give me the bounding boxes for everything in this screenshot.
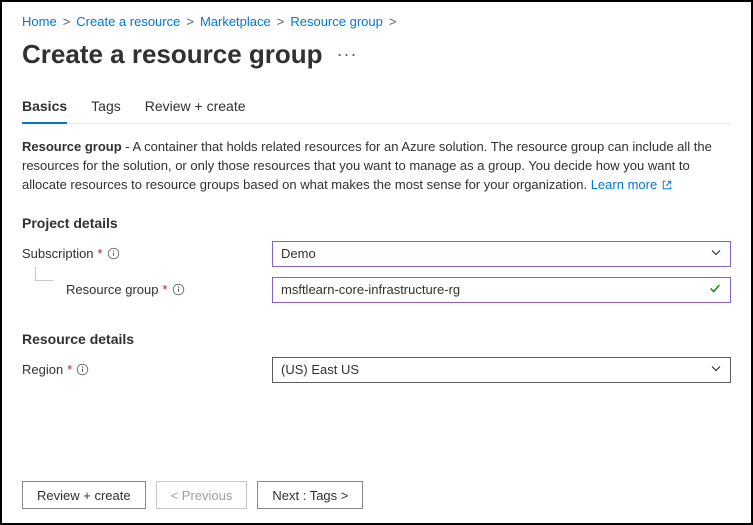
chevron-right-icon: > — [63, 14, 71, 29]
resource-group-label: Resource group — [66, 282, 159, 297]
page-title: Create a resource group — [22, 39, 323, 70]
chevron-down-icon — [710, 362, 722, 377]
resource-group-value: msftlearn-core-infrastructure-rg — [281, 282, 460, 297]
info-icon[interactable] — [107, 247, 120, 260]
breadcrumb: Home > Create a resource > Marketplace >… — [22, 14, 731, 29]
required-indicator: * — [98, 246, 103, 261]
breadcrumb-marketplace[interactable]: Marketplace — [200, 14, 271, 29]
subscription-select[interactable]: Demo — [272, 241, 731, 267]
footer: Review + create < Previous Next : Tags > — [2, 467, 751, 523]
chevron-down-icon — [710, 246, 722, 261]
section-resource-details: Resource details — [22, 331, 731, 347]
breadcrumb-create-resource[interactable]: Create a resource — [76, 14, 180, 29]
subscription-value: Demo — [281, 246, 316, 261]
chevron-right-icon: > — [389, 14, 397, 29]
subscription-label: Subscription — [22, 246, 94, 261]
tab-review-create[interactable]: Review + create — [145, 98, 246, 124]
checkmark-icon — [708, 281, 722, 298]
page-title-row: Create a resource group ··· — [22, 39, 731, 70]
chevron-right-icon: > — [277, 14, 285, 29]
info-icon[interactable] — [172, 283, 185, 296]
tab-basics[interactable]: Basics — [22, 98, 67, 124]
section-project-details: Project details — [22, 215, 731, 231]
review-create-button[interactable]: Review + create — [22, 481, 146, 509]
description-text: Resource group - A container that holds … — [22, 138, 731, 197]
resource-group-input[interactable]: msftlearn-core-infrastructure-rg — [272, 277, 731, 303]
previous-button: < Previous — [156, 481, 248, 509]
description-bold: Resource group — [22, 139, 122, 154]
more-actions-button[interactable]: ··· — [337, 44, 358, 65]
learn-more-link[interactable]: Learn more — [591, 177, 657, 192]
region-select[interactable]: (US) East US — [272, 357, 731, 383]
required-indicator: * — [67, 362, 72, 377]
required-indicator: * — [163, 282, 168, 297]
next-button[interactable]: Next : Tags > — [257, 481, 363, 509]
tabs: Basics Tags Review + create — [22, 98, 731, 124]
tree-connector — [22, 277, 62, 303]
external-link-icon — [661, 178, 673, 197]
region-label: Region — [22, 362, 63, 377]
region-value: (US) East US — [281, 362, 359, 377]
breadcrumb-home[interactable]: Home — [22, 14, 57, 29]
tab-tags[interactable]: Tags — [91, 98, 121, 124]
chevron-right-icon: > — [186, 14, 194, 29]
info-icon[interactable] — [76, 363, 89, 376]
breadcrumb-resource-group[interactable]: Resource group — [290, 14, 383, 29]
